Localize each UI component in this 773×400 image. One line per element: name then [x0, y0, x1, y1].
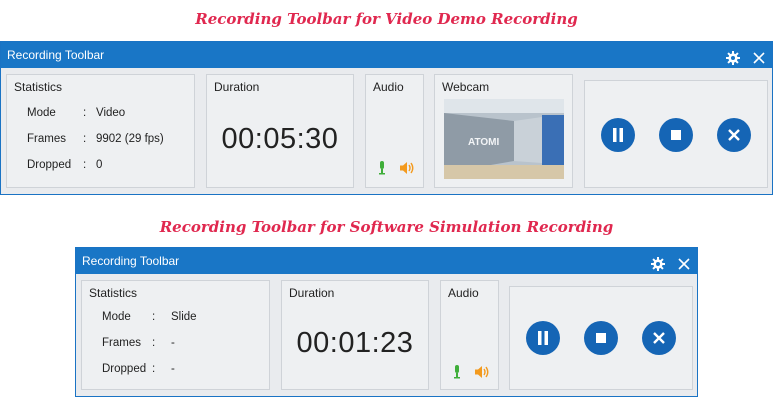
stop-button[interactable] [659, 118, 693, 152]
audio-heading: Audio [448, 286, 479, 300]
audio-panel: Audio [440, 280, 499, 390]
speaker-icon[interactable] [474, 365, 490, 384]
stat-label: Mode [102, 311, 131, 323]
stat-label: Frames [102, 337, 141, 349]
video-recording-toolbar: Recording Toolbar Statistics Mode : Vide… [0, 41, 773, 195]
cancel-button[interactable] [642, 321, 676, 355]
stat-separator: : [83, 133, 87, 145]
caption-software-simulation: Recording Toolbar for Software Simulatio… [159, 218, 614, 236]
stat-value: - [171, 337, 175, 349]
speaker-icon[interactable] [399, 161, 415, 180]
pause-button[interactable] [601, 118, 635, 152]
cancel-icon [653, 332, 665, 344]
statistics-panel: Statistics Mode : Video Frames : 9902 (2… [6, 74, 195, 188]
titlebar: Recording Toolbar [76, 248, 697, 274]
statistics-panel: Statistics Mode : Slide Frames : - Dropp… [81, 280, 270, 390]
pause-icon [538, 331, 548, 345]
duration-timer: 00:05:30 [221, 123, 339, 155]
stat-value: Video [96, 107, 126, 119]
cancel-button[interactable] [717, 118, 751, 152]
stat-separator: : [152, 363, 156, 375]
gear-icon[interactable] [651, 254, 665, 271]
pause-button[interactable] [526, 321, 560, 355]
controls-panel [509, 286, 693, 390]
audio-heading: Audio [373, 80, 404, 94]
stat-label: Dropped [102, 363, 147, 375]
duration-panel: Duration 00:05:30 [206, 74, 354, 188]
microphone-icon[interactable] [452, 365, 462, 384]
controls-panel [584, 80, 768, 188]
stat-value: 9902 (29 fps) [96, 133, 164, 145]
stat-value: - [171, 363, 175, 375]
stat-value: Slide [171, 311, 197, 323]
stat-label: Mode [27, 107, 56, 119]
stat-separator: : [83, 159, 87, 171]
stop-icon [671, 130, 681, 140]
webcam-panel: Webcam ATOMI [434, 74, 573, 188]
webcam-image: ATOMI [444, 99, 564, 179]
duration-panel: Duration 00:01:23 [281, 280, 429, 390]
statistics-heading: Statistics [14, 80, 63, 94]
stat-separator: : [152, 337, 156, 349]
stat-separator: : [83, 107, 87, 119]
caption-video-demo: Recording Toolbar for Video Demo Recordi… [195, 10, 578, 28]
close-icon[interactable] [752, 48, 766, 64]
duration-timer: 00:01:23 [296, 327, 414, 359]
pause-icon [613, 128, 623, 142]
statistics-heading: Statistics [89, 286, 138, 300]
toolbar-title: Recording Toolbar [82, 254, 180, 268]
stat-label: Dropped [27, 159, 72, 171]
audio-panel: Audio [365, 74, 424, 188]
duration-heading: Duration [214, 80, 260, 94]
duration-heading: Duration [289, 286, 335, 300]
close-icon[interactable] [677, 254, 691, 270]
simulation-recording-toolbar: Recording Toolbar Statistics Mode : Slid… [75, 247, 698, 397]
webcam-sign-text: ATOMI [468, 137, 500, 148]
cancel-icon [728, 129, 740, 141]
stat-label: Frames [27, 133, 66, 145]
stat-value: 0 [96, 159, 103, 171]
webcam-heading: Webcam [442, 80, 490, 94]
toolbar-title: Recording Toolbar [7, 48, 105, 62]
stat-separator: : [152, 311, 156, 323]
stop-icon [596, 333, 606, 343]
gear-icon[interactable] [726, 48, 740, 65]
webcam-preview: ATOMI [444, 99, 564, 179]
microphone-icon[interactable] [377, 161, 387, 180]
stop-button[interactable] [584, 321, 618, 355]
titlebar: Recording Toolbar [1, 42, 772, 68]
